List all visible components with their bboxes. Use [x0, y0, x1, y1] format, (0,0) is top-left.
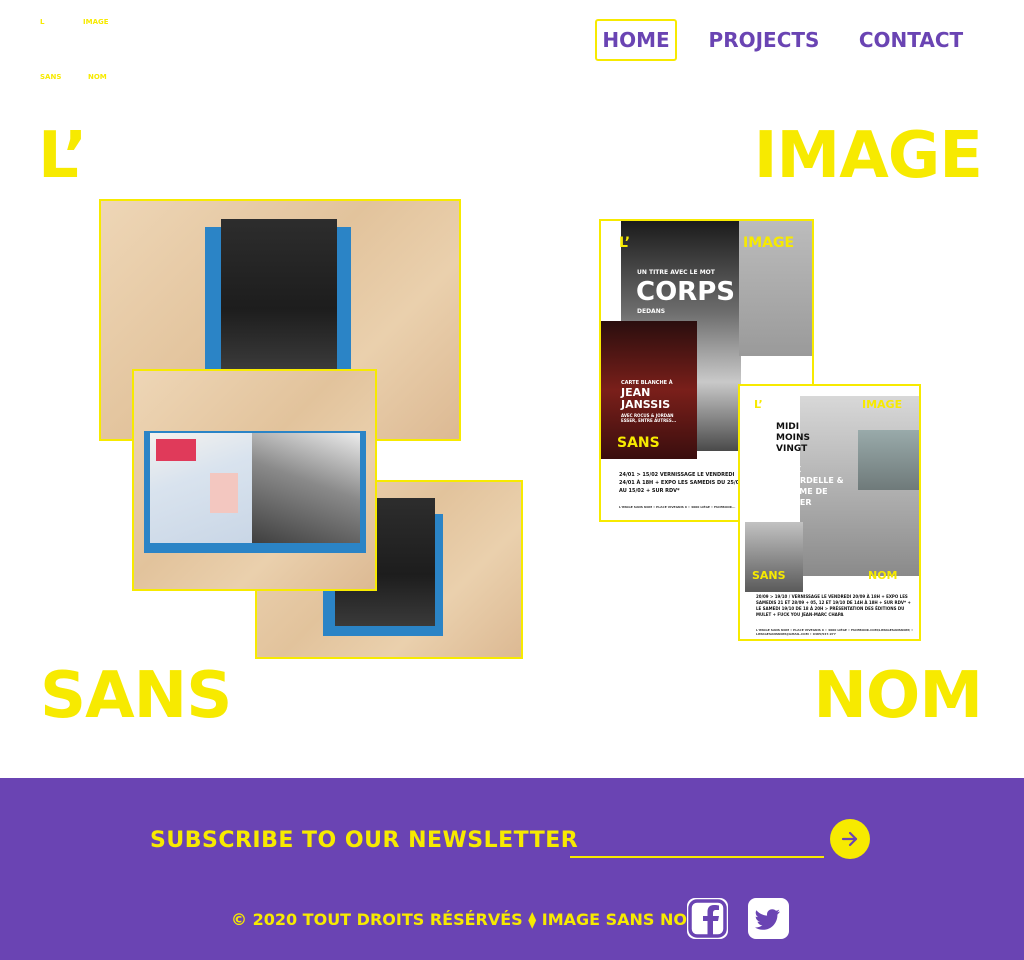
nav-projects[interactable]: PROJECTS: [704, 19, 824, 61]
newsletter-email-input[interactable]: [570, 826, 824, 858]
hero-word-sans: SANS: [40, 659, 232, 733]
dark-book: [221, 219, 337, 369]
poster1-line2: DEDANS: [637, 308, 666, 315]
poster1-l: L’: [619, 235, 631, 251]
arrow-right-icon: [841, 831, 858, 847]
poster2-van: [858, 430, 919, 490]
poster2-title: MIDI MOINS VINGT: [776, 422, 810, 454]
poster2-sans: SANS: [752, 569, 786, 582]
poster1-image: IMAGE: [743, 235, 795, 251]
facebook-link[interactable]: [687, 898, 728, 939]
poster2-artists: FÉLIX COLARDELLE & MAXIME DE COSTER: [776, 465, 844, 507]
hero-word-image: IMAGE: [753, 119, 983, 193]
poster1-title: CORPS: [636, 277, 735, 307]
poster2-info: 20/09 > 19/10 / VERNISSAGE LE VENDREDI 2…: [756, 594, 911, 617]
copyright-text: © 2020 TOUT DROITS RÉSÉRVÉS ⧫ IMAGE SANS…: [231, 910, 703, 929]
logo-nom: NOM: [88, 73, 107, 81]
poster1-guests: AVEC ROCUS & JORDAN ESSER, ENTRE AUTRES.…: [621, 413, 677, 423]
hero-word-nom: NOM: [813, 659, 983, 733]
poster2-nom: NOM: [868, 569, 898, 582]
logo-l: L: [40, 18, 45, 26]
twitter-link[interactable]: [748, 898, 789, 939]
hero-word-l: L’: [38, 119, 87, 193]
nav-home[interactable]: HOME: [595, 19, 677, 61]
open-page-right: [252, 433, 360, 543]
logo-image: IMAGE: [83, 18, 109, 26]
poster1-address: L'IMAGE SANS NOM • PLACE VIVEGNIS 6 • 40…: [619, 505, 736, 509]
poster-midi-moins-vingt[interactable]: L’ IMAGE MIDI MOINS VINGT FÉLIX COLARDEL…: [738, 384, 921, 641]
poster2-image: IMAGE: [862, 398, 903, 411]
logo-sans: SANS: [40, 73, 62, 81]
footer: [0, 778, 1024, 960]
newsletter-submit-button[interactable]: [830, 819, 870, 859]
poster1-artist: JEAN JANSSIS: [621, 386, 671, 411]
open-page-left: [150, 433, 254, 543]
poster1-sans: SANS: [617, 435, 660, 451]
pink-shape: [210, 473, 238, 513]
poster2-address: L'IMAGE SANS NOM • PLACE VIVEGNIS 6 • 40…: [756, 628, 914, 636]
photo-book-open[interactable]: [132, 369, 377, 591]
poster1-line1: UN TITRE AVEC LE MOT: [637, 269, 715, 276]
poster2-l: L’: [754, 398, 763, 411]
red-shape: [156, 439, 196, 461]
facebook-icon: [688, 899, 727, 938]
newsletter-label: SUBSCRIBE TO OUR NEWSLETTER: [150, 828, 579, 853]
poster1-info: 24/01 > 15/02 VERNISSAGE LE VENDREDI 24/…: [619, 472, 743, 494]
twitter-icon: [754, 909, 780, 930]
nav-contact[interactable]: CONTACT: [856, 19, 966, 61]
